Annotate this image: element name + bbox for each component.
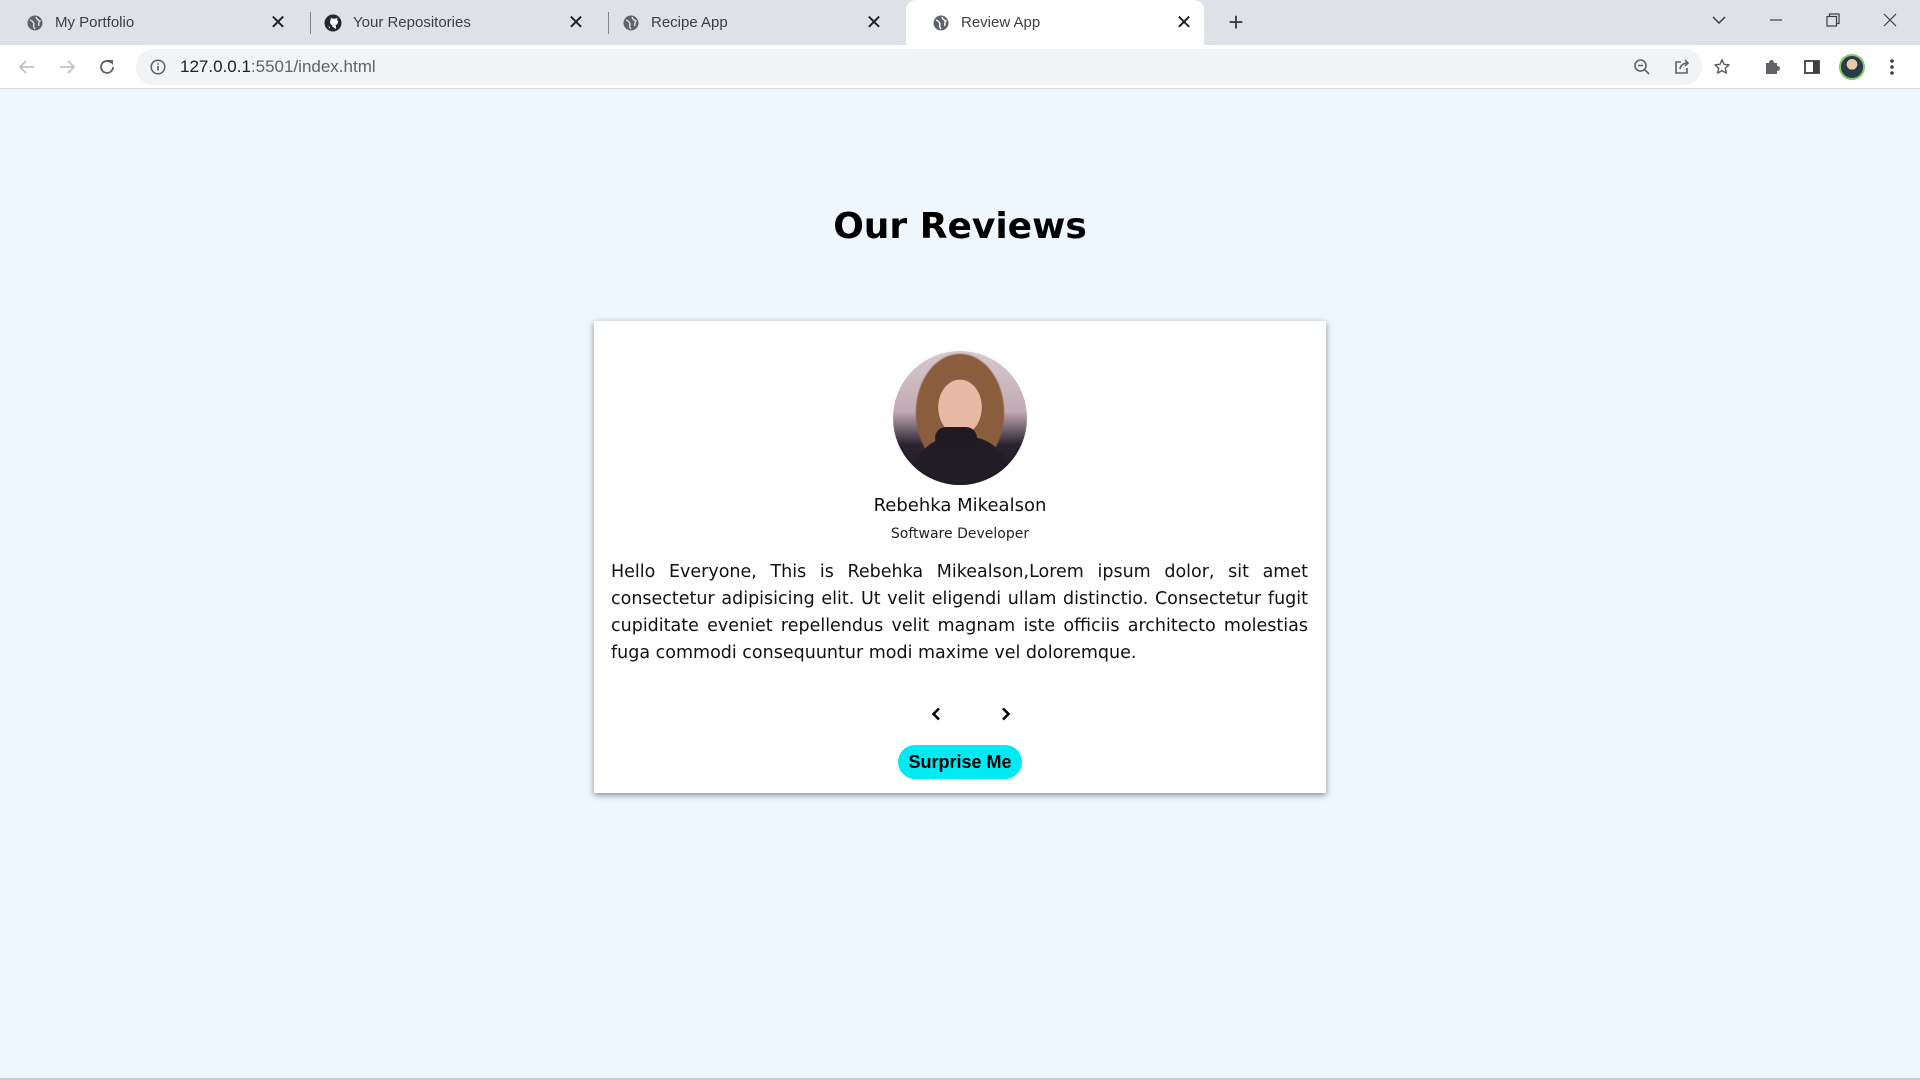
tab-title: Review App	[961, 14, 1041, 31]
prev-button[interactable]	[924, 702, 948, 726]
close-window-button[interactable]	[1861, 0, 1918, 40]
close-icon[interactable]: ✕	[564, 11, 588, 35]
restore-icon	[1825, 13, 1840, 27]
side-panel-icon	[1804, 60, 1820, 74]
chevron-right-icon	[1002, 707, 1011, 721]
zoom-button[interactable]	[1626, 51, 1658, 83]
close-icon[interactable]: ✕	[1172, 11, 1196, 35]
close-icon[interactable]: ✕	[266, 11, 290, 35]
back-button[interactable]	[11, 51, 43, 83]
extensions-button[interactable]	[1756, 51, 1788, 83]
photo-hand	[935, 427, 977, 449]
star-icon	[1714, 59, 1730, 74]
tab-my-portfolio[interactable]: My Portfolio ✕	[0, 0, 298, 45]
url-path: :5501/index.html	[250, 57, 376, 76]
restore-button[interactable]	[1804, 0, 1861, 40]
url-host: 127.0.0.1	[180, 57, 251, 76]
tab-title: Recipe App	[651, 14, 728, 31]
tab-title: Your Repositories	[353, 14, 471, 31]
review-text: Hello Everyone, This is Rebehka Mikealso…	[611, 562, 1308, 663]
bookmark-button[interactable]	[1706, 51, 1738, 83]
reload-icon	[100, 60, 114, 74]
profile-button[interactable]	[1836, 51, 1868, 83]
page-title: Our Reviews	[833, 206, 1087, 247]
tab-recipe-app[interactable]: Recipe App ✕	[596, 0, 894, 45]
globe-icon	[932, 14, 950, 32]
browser-toolbar: 127.0.0.1:5501/index.html	[0, 45, 1920, 89]
github-icon	[324, 14, 342, 32]
chevron-down-icon	[1711, 16, 1726, 25]
reviewer-job: Software Developer	[890, 526, 1030, 542]
surprise-me-button[interactable]: Surprise Me	[898, 745, 1022, 779]
next-button[interactable]	[994, 702, 1018, 726]
url-text: 127.0.0.1:5501/index.html	[180, 57, 376, 77]
minimize-icon	[1769, 19, 1782, 21]
reviewer-photo	[893, 351, 1027, 485]
share-icon	[1675, 59, 1690, 74]
tab-your-repositories[interactable]: Your Repositories ✕	[298, 0, 596, 45]
arrow-left-icon	[18, 60, 34, 74]
tab-strip: My Portfolio ✕ Your Repositories ✕ Recip…	[0, 0, 1920, 45]
minimize-button[interactable]	[1747, 0, 1804, 40]
review-card: Rebehka Mikealson Software Developer Hel…	[594, 321, 1326, 793]
info-icon[interactable]	[148, 57, 168, 77]
reviewer-name: Rebehka Mikealson	[873, 495, 1047, 516]
share-button[interactable]	[1666, 51, 1698, 83]
close-icon[interactable]: ✕	[862, 11, 886, 35]
globe-icon	[26, 14, 44, 32]
arrow-right-icon	[60, 60, 76, 74]
tab-title: My Portfolio	[55, 14, 135, 31]
avatar	[1839, 54, 1865, 80]
new-tab-button[interactable]: +	[1222, 7, 1250, 37]
kebab-menu-icon	[1890, 59, 1894, 75]
address-bar[interactable]: 127.0.0.1:5501/index.html	[136, 49, 1702, 85]
chevron-left-icon	[931, 707, 940, 721]
tab-search-button[interactable]	[1690, 0, 1747, 40]
menu-button[interactable]	[1876, 51, 1908, 83]
globe-icon	[622, 14, 640, 32]
side-panel-button[interactable]	[1796, 51, 1828, 83]
reload-button[interactable]	[91, 51, 123, 83]
tab-review-app[interactable]: Review App ✕	[906, 0, 1204, 45]
puzzle-icon	[1766, 60, 1780, 74]
forward-button[interactable]	[51, 51, 83, 83]
close-icon	[1883, 13, 1896, 27]
zoom-out-icon	[1634, 59, 1650, 75]
